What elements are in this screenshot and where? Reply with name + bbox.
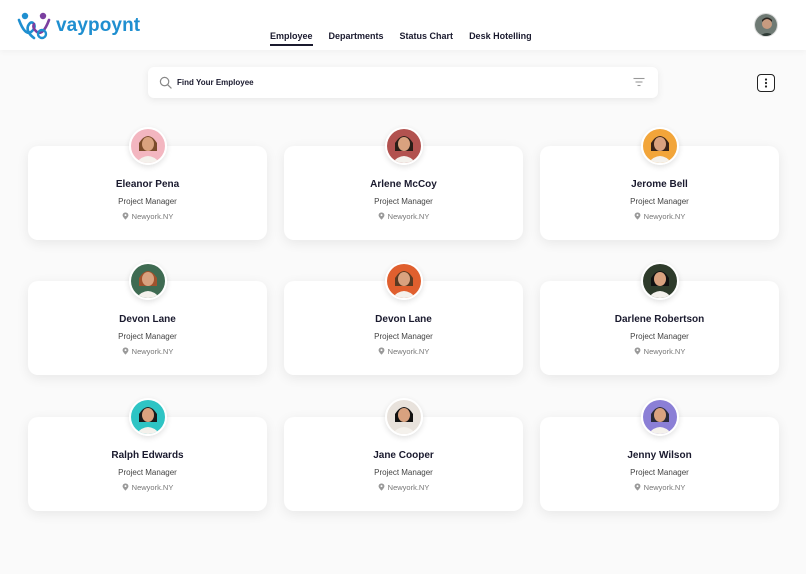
employee-location-text: Newyork.NY: [387, 483, 430, 492]
employee-location-text: Newyork.NY: [643, 347, 686, 356]
employee-location-text: Newyork.NY: [643, 212, 686, 221]
employee-avatar: [128, 398, 167, 436]
brand-logo[interactable]: vaypoynt: [16, 10, 140, 42]
employee-location: Newyork.NY: [284, 347, 523, 356]
avatar-image: [386, 400, 421, 434]
employee-card[interactable]: Arlene McCoy Project Manager Newyork.NY: [284, 127, 523, 240]
employee-avatar: [384, 398, 423, 436]
employee-location: Newyork.NY: [540, 483, 779, 492]
employee-card[interactable]: Ralph Edwards Project Manager Newyork.NY: [28, 398, 267, 511]
employee-avatar: [384, 262, 423, 300]
map-pin-icon: [634, 212, 641, 220]
employee-location: Newyork.NY: [28, 347, 267, 356]
avatar-image: [130, 264, 165, 298]
brand-name: vaypoynt: [56, 15, 141, 36]
employee-role: Project Manager: [374, 197, 433, 206]
employee-name: Jerome Bell: [631, 179, 688, 190]
employee-role: Project Manager: [118, 332, 177, 341]
tab-desk-hotelling[interactable]: Desk Hotelling: [469, 31, 532, 46]
employee-name: Jane Cooper: [373, 450, 434, 461]
employee-location: Newyork.NY: [540, 212, 779, 221]
employee-avatar: [384, 127, 423, 165]
employee-role: Project Manager: [118, 468, 177, 477]
employee-role: Project Manager: [630, 468, 689, 477]
employee-avatar: [640, 262, 679, 300]
employee-name: Devon Lane: [375, 314, 432, 325]
employee-avatar: [640, 127, 679, 165]
employee-card[interactable]: Darlene Robertson Project Manager Newyork.…: [540, 262, 779, 375]
employee-role: Project Manager: [374, 468, 433, 477]
map-pin-icon: [378, 347, 385, 355]
employee-name: Arlene McCoy: [370, 179, 437, 190]
employee-location: Newyork.NY: [284, 212, 523, 221]
search-bar: [148, 67, 658, 98]
avatar-image: [642, 264, 677, 298]
map-pin-icon: [122, 483, 129, 491]
avatar-image: [642, 400, 677, 434]
employee-location-text: Newyork.NY: [131, 483, 174, 492]
avatar-image: [130, 129, 165, 163]
map-pin-icon: [122, 212, 129, 220]
employee-name: Eleanor Pena: [115, 179, 180, 190]
employee-card[interactable]: Jenny Wilson Project Manager Newyork.NY: [540, 398, 779, 511]
employee-role: Project Manager: [630, 197, 689, 206]
user-avatar-image: [755, 14, 777, 36]
employee-name: Devon Lane: [119, 314, 176, 325]
employee-avatar: [128, 262, 167, 300]
more-options-button[interactable]: [757, 74, 775, 92]
employee-name: Darlene Robertson: [614, 314, 705, 325]
map-pin-icon: [122, 347, 129, 355]
search-input[interactable]: [177, 73, 617, 92]
employee-role: Project Manager: [118, 197, 177, 206]
avatar-image: [642, 129, 677, 163]
avatar-image: [386, 129, 421, 163]
employee-card[interactable]: Devon Lane Project Manager Newyork.NY: [28, 262, 267, 375]
employee-location: Newyork.NY: [284, 483, 523, 492]
map-pin-icon: [634, 483, 641, 491]
employee-card[interactable]: Jane Cooper Project Manager Newyork.NY: [284, 398, 523, 511]
map-pin-icon: [378, 483, 385, 491]
user-avatar[interactable]: [754, 13, 778, 37]
map-pin-icon: [634, 347, 641, 355]
tab-employee[interactable]: Employee: [270, 31, 313, 46]
employee-card[interactable]: Eleanor Pena Project Manager Newyork.NY: [28, 127, 267, 240]
logo-icon: [17, 12, 51, 40]
avatar-image: [386, 264, 421, 298]
employee-location-text: Newyork.NY: [131, 212, 174, 221]
employee-card[interactable]: Devon Lane Project Manager Newyork.NY: [284, 262, 523, 375]
employee-location: Newyork.NY: [28, 212, 267, 221]
filter-icon[interactable]: [633, 77, 645, 87]
employee-location: Newyork.NY: [540, 347, 779, 356]
employee-card[interactable]: Jerome Bell Project Manager Newyork.NY: [540, 127, 779, 240]
map-pin-icon: [378, 212, 385, 220]
employee-location-text: Newyork.NY: [387, 347, 430, 356]
employee-role: Project Manager: [630, 332, 689, 341]
employee-name: Ralph Edwards: [111, 450, 184, 461]
employee-location-text: Newyork.NY: [643, 483, 686, 492]
employee-location-text: Newyork.NY: [387, 212, 430, 221]
avatar-image: [130, 400, 165, 434]
employee-avatar: [128, 127, 167, 165]
tab-status-chart[interactable]: Status Chart: [400, 31, 454, 46]
tab-departments[interactable]: Departments: [329, 31, 384, 46]
top-header: vaypoynt Employee Departments Status Cha…: [0, 0, 806, 50]
more-vertical-icon: [764, 78, 768, 88]
main-nav: Employee Departments Status Chart Desk H…: [270, 31, 548, 46]
employee-location: Newyork.NY: [28, 483, 267, 492]
employee-role: Project Manager: [374, 332, 433, 341]
search-icon: [159, 76, 172, 89]
employee-location-text: Newyork.NY: [131, 347, 174, 356]
employee-name: Jenny Wilson: [627, 450, 692, 461]
employee-avatar: [640, 398, 679, 436]
